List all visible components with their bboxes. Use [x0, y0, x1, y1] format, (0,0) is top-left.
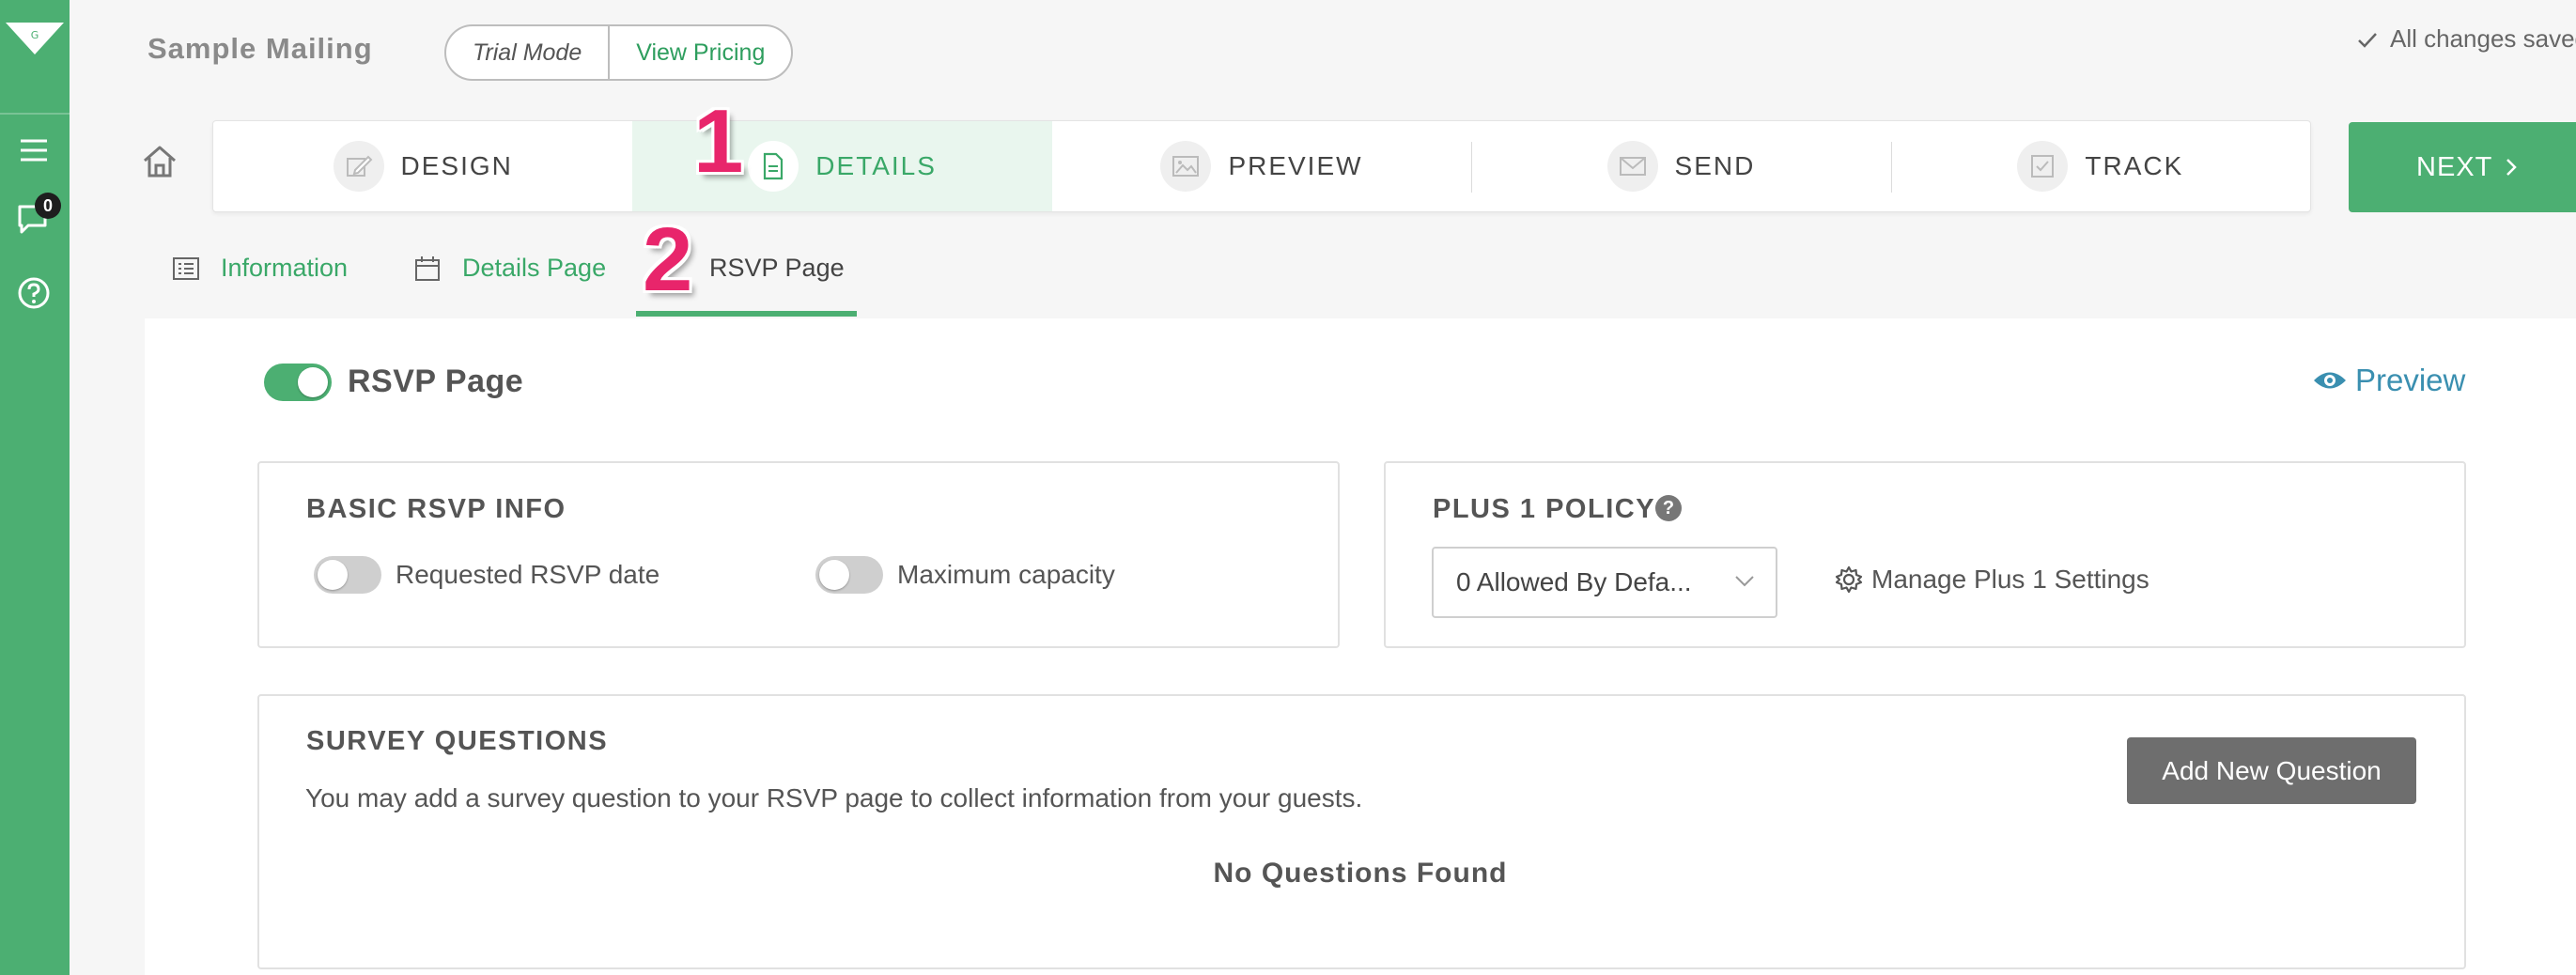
help-circle-icon[interactable] [15, 274, 53, 312]
document-icon [748, 141, 799, 192]
requested-rsvp-date-toggle[interactable] [314, 556, 381, 594]
envelope-icon [1606, 141, 1658, 192]
maximum-capacity-toggle[interactable] [815, 556, 883, 594]
plus-one-default-select[interactable]: 0 Allowed By Defa... [1432, 547, 1777, 618]
save-status: All changes saved [2356, 24, 2576, 54]
mailing-title: Sample Mailing [147, 32, 373, 65]
annotation-marker-2: 2 [643, 209, 693, 310]
subtab-information[interactable]: Information [172, 254, 348, 283]
subtab-rsvp-page[interactable]: RSVP Page [709, 254, 845, 283]
workflow-stepper: DESIGN DETAILS PREVIEW SEND TRACK [212, 120, 2311, 212]
preview-label: Preview [2355, 363, 2466, 397]
calendar-icon [415, 255, 440, 281]
menu-icon[interactable] [15, 132, 53, 169]
eye-icon [2314, 372, 2346, 389]
chat-badge: 0 [35, 193, 61, 219]
list-icon [173, 256, 199, 280]
toggle-knob [318, 560, 348, 590]
maximum-capacity-label: Maximum capacity [897, 560, 1115, 589]
step-send[interactable]: SEND [1471, 121, 1890, 211]
basic-rsvp-info-card [257, 461, 1340, 648]
view-pricing-link[interactable]: View Pricing [610, 26, 791, 79]
survey-description: You may add a survey question to your RS… [305, 783, 1363, 812]
add-new-question-button[interactable]: Add New Question [2127, 737, 2416, 804]
rsvp-page-title: RSVP Page [348, 364, 524, 399]
logo-triangle-icon: G [6, 23, 64, 54]
manage-label: Manage Plus 1 Settings [1871, 565, 2149, 594]
step-label: SEND [1674, 151, 1756, 180]
help-icon[interactable]: ? [1655, 495, 1682, 521]
survey-questions-heading: SURVEY QUESTIONS [306, 726, 609, 756]
chevron-right-icon [2506, 159, 2518, 176]
save-status-text: All changes saved [2390, 24, 2576, 53]
step-label: DESIGN [400, 151, 513, 180]
step-design[interactable]: DESIGN [213, 121, 632, 211]
app-logo[interactable]: G [0, 0, 70, 115]
subtab-label: RSVP Page [709, 254, 845, 282]
preview-link[interactable]: Preview [2312, 363, 2465, 398]
check-icon [2358, 33, 2377, 48]
trial-mode-label: Trial Mode [446, 26, 611, 79]
pencil-edit-icon [333, 141, 384, 192]
step-label: DETAILS [815, 151, 937, 180]
empty-state-text: No Questions Found [1213, 858, 1508, 889]
image-icon [1160, 141, 1212, 192]
home-icon[interactable] [141, 144, 178, 184]
gear-icon [1835, 565, 1863, 594]
basic-rsvp-info-heading: BASIC RSVP INFO [306, 494, 566, 524]
manage-plus-one-settings[interactable]: Manage Plus 1 Settings [1834, 565, 2149, 595]
step-label: PREVIEW [1228, 151, 1363, 180]
select-value: 0 Allowed By Defa... [1456, 567, 1692, 596]
rsvp-page-toggle[interactable] [264, 364, 332, 401]
sidebar: G 0 [0, 0, 70, 975]
subtab-label: Information [221, 254, 349, 282]
trial-pill: Trial Mode View Pricing [444, 24, 794, 81]
next-button[interactable]: NEXT [2349, 122, 2576, 212]
step-label: TRACK [2085, 151, 2184, 180]
step-preview[interactable]: PREVIEW [1052, 121, 1471, 211]
svg-text:G: G [31, 29, 39, 41]
plus-one-policy-heading: PLUS 1 POLICY [1433, 494, 1656, 524]
subtab-label: Details Page [462, 254, 607, 282]
step-track[interactable]: TRACK [1890, 121, 2310, 211]
subtab-details-page[interactable]: Details Page [413, 254, 606, 283]
requested-rsvp-date-label: Requested RSVP date [396, 560, 660, 589]
toggle-knob [298, 367, 328, 397]
annotation-marker-1: 1 [693, 91, 744, 192]
chevron-down-icon [1735, 576, 1754, 587]
toggle-knob [819, 560, 849, 590]
checkbox-icon [2017, 141, 2069, 192]
next-label: NEXT [2416, 151, 2493, 182]
